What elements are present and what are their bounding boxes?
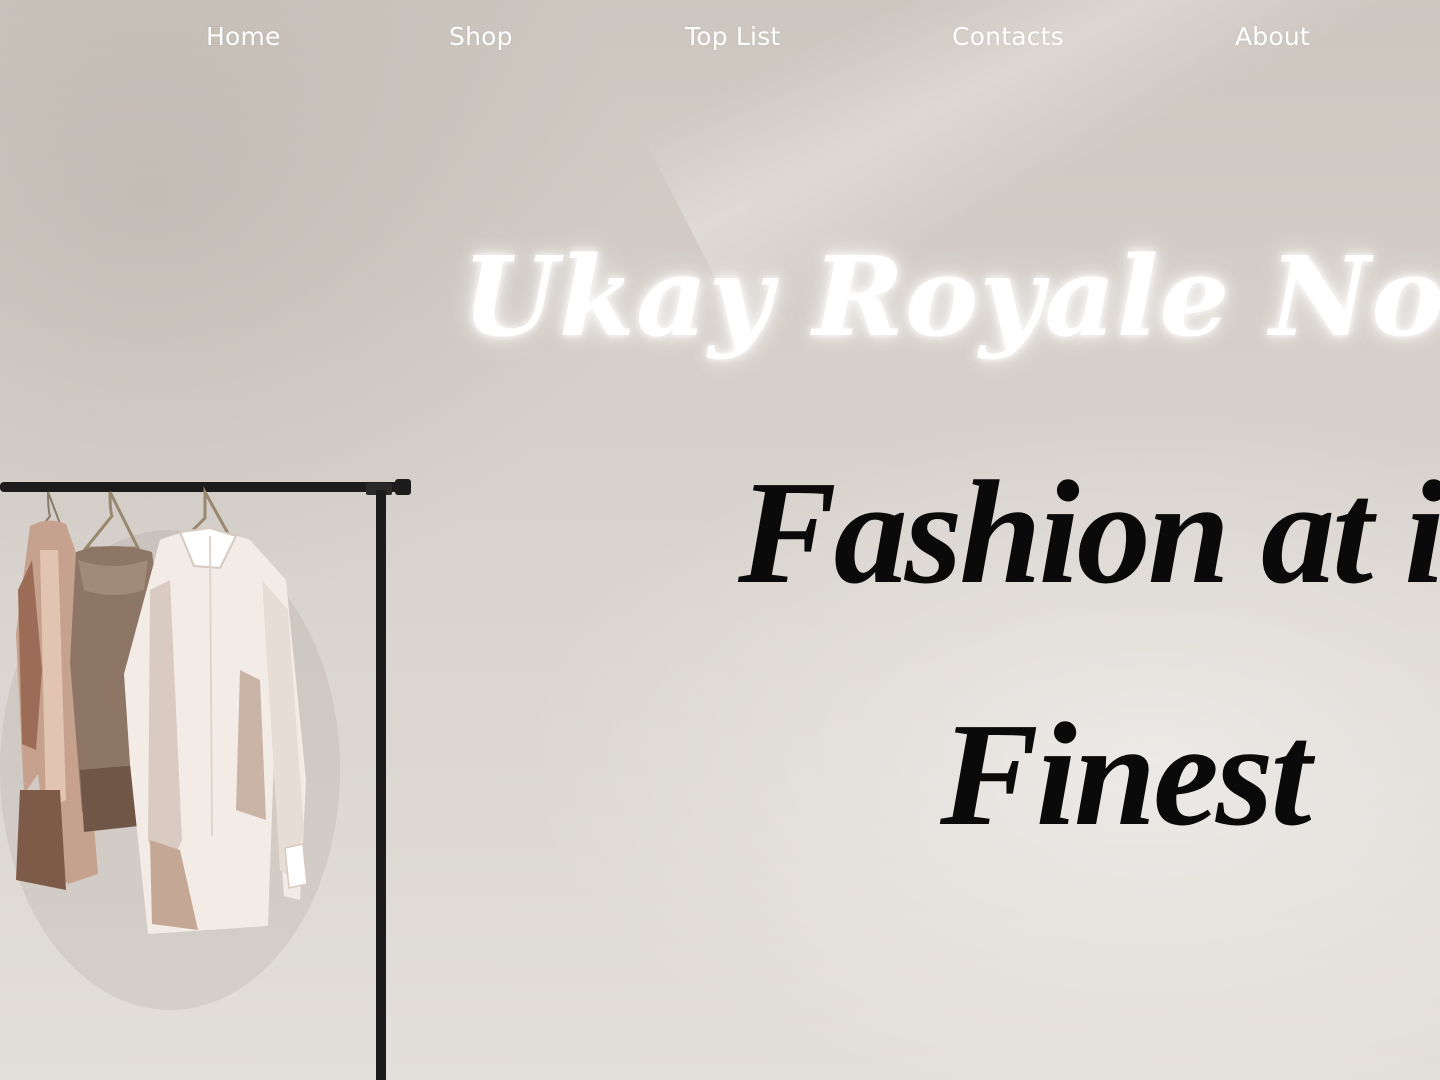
nav-about[interactable]: About <box>1235 22 1310 51</box>
tagline-line-1: Fashion at it's <box>738 451 1440 615</box>
top-navigation: Home Shop Top List Contacts About <box>0 0 1440 78</box>
tagline-line-2: Finest <box>940 693 1312 857</box>
nav-contacts[interactable]: Contacts <box>952 22 1064 51</box>
nav-top-list[interactable]: Top List <box>685 22 780 51</box>
brand-title: Ukay Royale Nova <box>462 232 1440 361</box>
nav-shop[interactable]: Shop <box>449 22 513 51</box>
clothing-rack-illustration <box>0 479 411 1080</box>
hero-section: Home Shop Top List Contacts About Ukay R… <box>0 0 1440 1080</box>
nav-home[interactable]: Home <box>206 22 281 51</box>
